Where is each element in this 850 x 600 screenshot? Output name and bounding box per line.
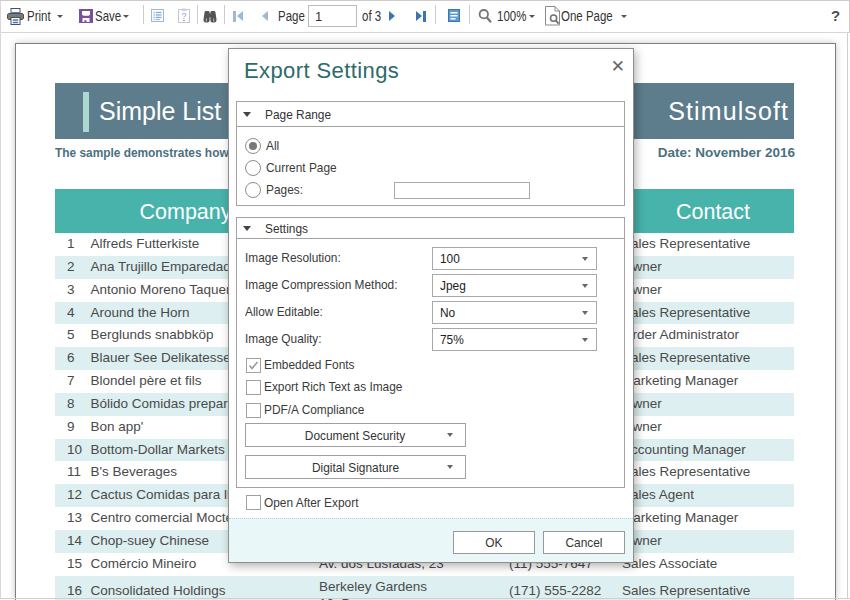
svg-text:?: ? xyxy=(181,10,186,21)
